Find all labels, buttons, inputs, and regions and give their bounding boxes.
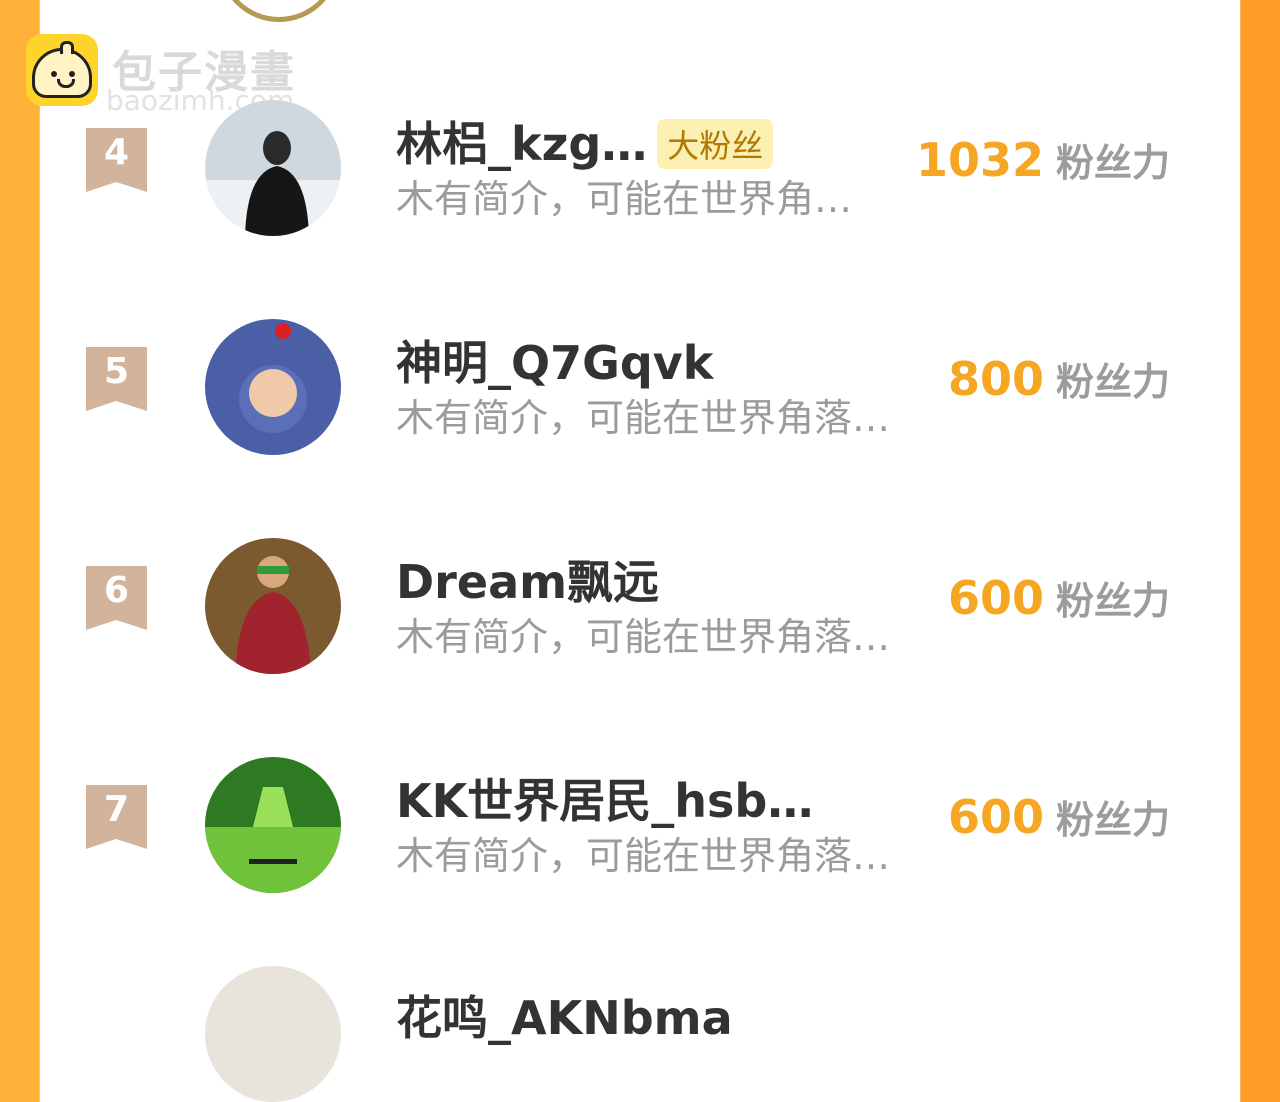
- ranking-row[interactable]: 6 Dream飘远 木有简介，可能在世界角落… 600 粉丝力: [0, 538, 1280, 746]
- rank-ribbon: 7: [86, 785, 147, 849]
- fan-power: 600 粉丝力: [948, 789, 1170, 844]
- fan-power: 600 粉丝力: [948, 570, 1170, 625]
- avatar[interactable]: [205, 757, 341, 893]
- user-name[interactable]: 林梠_kzg… 大粉丝: [396, 108, 774, 174]
- rank-number: 4: [103, 132, 130, 173]
- fan-power-unit: 粉丝力: [1055, 579, 1170, 623]
- rank-number: 6: [103, 570, 130, 611]
- bun-logo-icon: [26, 34, 98, 106]
- rank-number: 7: [103, 789, 130, 830]
- avatar[interactable]: [205, 966, 341, 1102]
- rank-number: 5: [103, 351, 130, 392]
- user-bio: 木有简介，可能在世界角落…: [396, 834, 891, 878]
- user-name[interactable]: 神明_Q7Gqvk: [396, 327, 713, 393]
- ranking-row[interactable]: 7 KK世界居民_hsb… 木有简介，可能在世界角落… 600 粉丝力: [0, 757, 1280, 965]
- fan-power-value: 600: [947, 790, 1044, 844]
- user-name[interactable]: Dream飘远: [396, 546, 659, 612]
- fan-power-unit: 粉丝力: [1055, 798, 1170, 842]
- user-bio: 木有简介，可能在世界角落…: [396, 396, 891, 440]
- avatar[interactable]: [205, 538, 341, 674]
- fan-power-unit: 粉丝力: [1055, 360, 1170, 404]
- fan-power-unit: 粉丝力: [1055, 141, 1170, 185]
- fan-power-value: 800: [947, 352, 1044, 406]
- avatar[interactable]: [205, 100, 341, 236]
- user-name-text[interactable]: 林梠_kzg…: [396, 117, 647, 171]
- user-bio: 木有简介，可能在世界角落…: [396, 615, 891, 659]
- user-bio: 木有简介，可能在世界角…: [396, 177, 853, 221]
- ranking-row[interactable]: 5 神明_Q7Gqvk 木有简介，可能在世界角落… 800 粉丝力: [0, 319, 1280, 527]
- rank-ribbon: 6: [86, 566, 147, 630]
- user-name[interactable]: KK世界居民_hsb…: [396, 765, 813, 831]
- rank-ribbon: 4: [86, 128, 147, 192]
- fan-power-value: 1032: [915, 133, 1044, 187]
- fan-power: 800 粉丝力: [948, 351, 1170, 406]
- ranking-row[interactable]: 4 林梠_kzg… 大粉丝 木有简介，可能在世界角… 1032 粉丝力: [0, 100, 1280, 308]
- fan-power-value: 600: [947, 571, 1044, 625]
- rank-ribbon: 5: [86, 347, 147, 411]
- fan-badge: 大粉丝: [657, 118, 774, 169]
- ranking-row[interactable]: 花鸣_AKNbma: [0, 966, 1280, 1102]
- fan-power: 1032 粉丝力: [916, 132, 1170, 187]
- user-name[interactable]: 花鸣_AKNbma: [396, 982, 733, 1048]
- avatar[interactable]: [205, 319, 341, 455]
